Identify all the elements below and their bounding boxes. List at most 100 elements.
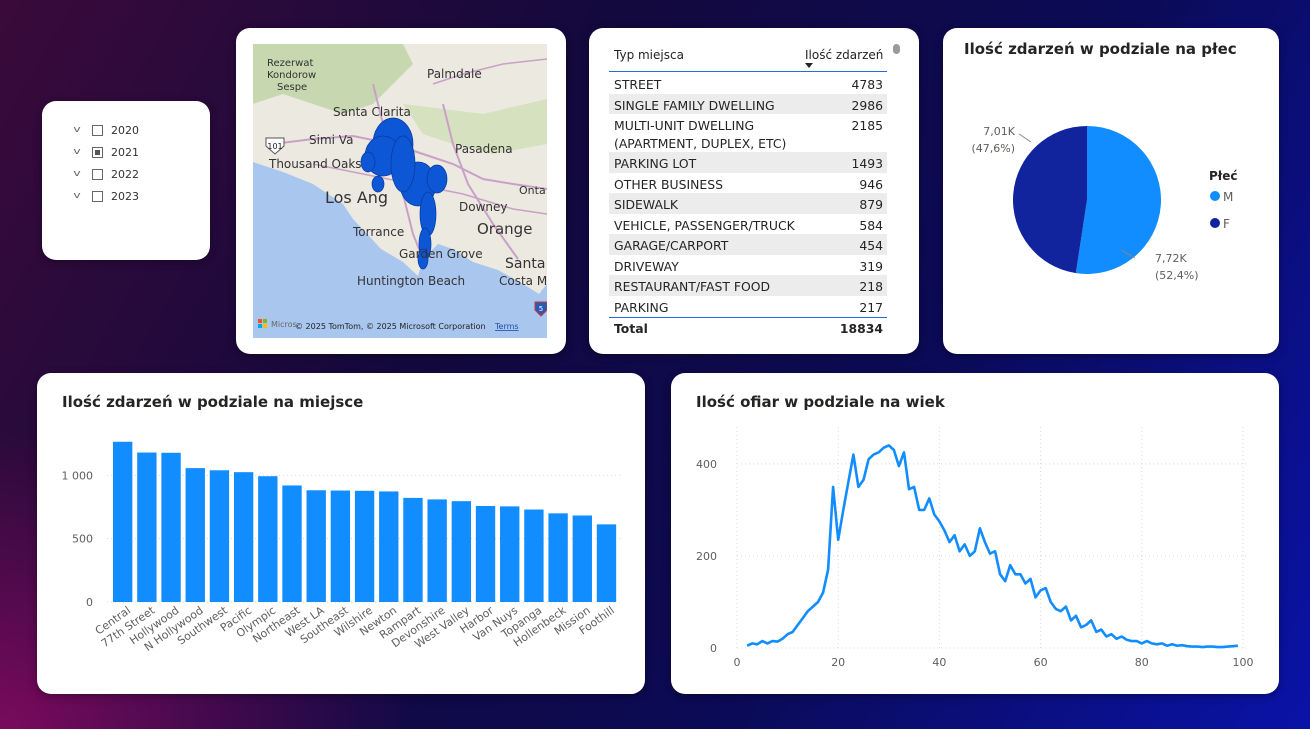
pie-label-m-value: 7,72K	[1155, 252, 1187, 265]
legend-marker-m[interactable]	[1210, 191, 1220, 201]
bar-west-la[interactable]	[306, 490, 326, 602]
map-canvas[interactable]: Rezerwat Kondorow Sespe Palmdale Santa C…	[253, 44, 547, 338]
cell-place-type: SINGLE FAMILY DWELLING	[614, 97, 775, 115]
checkbox-2020[interactable]	[92, 124, 103, 136]
checkbox-2021[interactable]	[92, 146, 103, 158]
total-value: 18834	[839, 321, 883, 336]
cell-place-type: RESTAURANT/FAST FOOD	[614, 278, 770, 296]
table-row[interactable]: SIDEWALK 879	[609, 193, 887, 214]
cell-count: 4783	[851, 77, 883, 92]
age-series-line[interactable]	[746, 444, 1239, 649]
cell-place-type: OTHER BUSINESS	[614, 176, 723, 194]
cell-text: PARKING	[614, 299, 669, 315]
bar-mission[interactable]	[572, 515, 592, 602]
bar-wilshire[interactable]	[354, 490, 375, 602]
bar-northeast[interactable]	[282, 485, 302, 602]
bar-hollywood[interactable]	[161, 452, 181, 602]
x-tick-label: 100	[1233, 656, 1254, 669]
location-table: Typ miejsca Ilość zdarzeń STREET 4783 SING…	[589, 28, 919, 354]
cell-count: 454	[859, 238, 883, 253]
bar-central[interactable]	[113, 441, 133, 602]
column-header-place-type[interactable]: Typ miejsca	[614, 48, 684, 62]
pie-slice-f[interactable]	[1013, 126, 1087, 274]
x-tick-label: 20	[831, 656, 845, 669]
map-label: Huntington Beach	[357, 274, 465, 288]
table-row[interactable]: DRIVEWAY 319	[609, 255, 887, 276]
bar-olympic[interactable]	[258, 476, 278, 602]
table-row[interactable]: OTHER BUSINESS 946	[609, 173, 887, 194]
table-row[interactable]: MULTI-UNIT DWELLING (APARTMENT, DUPLEX, E…	[609, 114, 887, 152]
bar-n-hollywood[interactable]	[185, 468, 205, 602]
bar-77th-street[interactable]	[137, 452, 157, 602]
x-tick-label: 0	[734, 656, 741, 669]
map-label: Los Ang	[325, 188, 388, 207]
cell-count: 2185	[851, 118, 883, 133]
table-row[interactable]: VEHICLE, PASSENGER/TRUCK 584	[609, 214, 887, 235]
chevron-down-icon[interactable]: v	[67, 169, 87, 179]
legend-label-m[interactable]: M	[1223, 190, 1233, 204]
map-label: Orange	[477, 220, 532, 238]
cell-text: SIDEWALK	[614, 197, 678, 212]
table-row[interactable]: PARKING 217	[609, 296, 887, 317]
map-label: Costa M	[499, 274, 547, 288]
slicer-item-label: 2020	[111, 123, 139, 137]
cell-place-type: VEHICLE, PASSENGER/TRUCK	[614, 217, 795, 235]
table-row[interactable]: STREET 4783	[609, 73, 887, 94]
table-row[interactable]: RESTAURANT/FAST FOOD 218	[609, 275, 887, 296]
checkbox-2022[interactable]	[92, 168, 103, 180]
chevron-down-icon[interactable]: v	[67, 147, 87, 157]
table-row[interactable]: GARAGE/CARPORT 454	[609, 234, 887, 255]
bar-hollenbeck[interactable]	[548, 513, 568, 602]
map-label: Palmdale	[427, 67, 482, 81]
bar-chart: 05001 000Central77th StreetHollywoodN Ho…	[62, 441, 621, 654]
chevron-down-icon[interactable]: v	[67, 191, 87, 201]
map-label: Downey	[459, 200, 508, 214]
cell-text: MULTI-UNIT DWELLING	[614, 118, 755, 133]
cell-place-type: GARAGE/CARPORT	[614, 237, 728, 255]
bar-west-valley[interactable]	[451, 501, 472, 602]
y-tick-label: 400	[696, 458, 717, 471]
bar-van-nuys[interactable]	[500, 506, 520, 602]
slicer-item-2021[interactable]: v 2021	[70, 143, 139, 161]
bar-newton[interactable]	[379, 491, 399, 602]
slicer-item-label: 2023	[111, 189, 139, 203]
pie-chart: 7,01K (47,6%) 7,72K (52,4%) Płeć M F	[971, 125, 1237, 282]
slicer-item-2020[interactable]: v 2020	[70, 121, 139, 139]
slicer-item-2023[interactable]: v 2023	[70, 187, 139, 205]
checkbox-2023[interactable]	[92, 190, 103, 202]
map-label: Rezerwat	[267, 58, 313, 69]
bar-rampart[interactable]	[403, 497, 423, 602]
map-label: Kondorow	[267, 70, 316, 81]
bar-southeast[interactable]	[330, 490, 351, 602]
map-visual: Rezerwat Kondorow Sespe Palmdale Santa C…	[236, 28, 566, 354]
map-svg: Rezerwat Kondorow Sespe Palmdale Santa C…	[253, 44, 547, 338]
bar-foothill[interactable]	[596, 524, 617, 602]
chevron-down-icon[interactable]: v	[67, 125, 87, 135]
table-row[interactable]: PARKING LOT 1493	[609, 152, 887, 173]
map-terms-link[interactable]: Terms	[494, 322, 519, 331]
cell-count: 218	[859, 279, 883, 294]
legend-marker-f[interactable]	[1210, 218, 1220, 228]
column-header-count[interactable]: Ilość zdarzeń	[805, 48, 883, 62]
sort-desc-icon[interactable]	[805, 63, 813, 68]
cell-place-type: DRIVEWAY	[614, 258, 679, 276]
map-label: Pasadena	[455, 142, 513, 156]
slicer-item-2022[interactable]: v 2022	[70, 165, 139, 183]
map-label: Sespe	[277, 82, 307, 93]
cell-place-type: PARKING	[614, 299, 668, 317]
pie-slice-m[interactable]	[1075, 126, 1161, 274]
bar-devonshire[interactable]	[427, 499, 447, 602]
table-row[interactable]: SINGLE FAMILY DWELLING 2986	[609, 93, 887, 115]
cell-count: 879	[859, 197, 883, 212]
y-tick-label: 0	[86, 596, 93, 609]
bar-southwest[interactable]	[209, 470, 230, 602]
scrollbar-thumb[interactable]	[893, 44, 900, 54]
age-line-visual: Ilość ofiar w podziale na wiek 0 200 400 0 2…	[671, 373, 1279, 694]
legend-label-f[interactable]: F	[1223, 217, 1230, 231]
highway-shield-label: 5	[539, 305, 543, 313]
bar-harbor[interactable]	[475, 505, 496, 602]
bar-pacific[interactable]	[233, 472, 254, 602]
bar-topanga[interactable]	[524, 509, 544, 602]
cell-place-type: SIDEWALK	[614, 196, 678, 214]
map-label: Garden Grove	[399, 247, 483, 261]
